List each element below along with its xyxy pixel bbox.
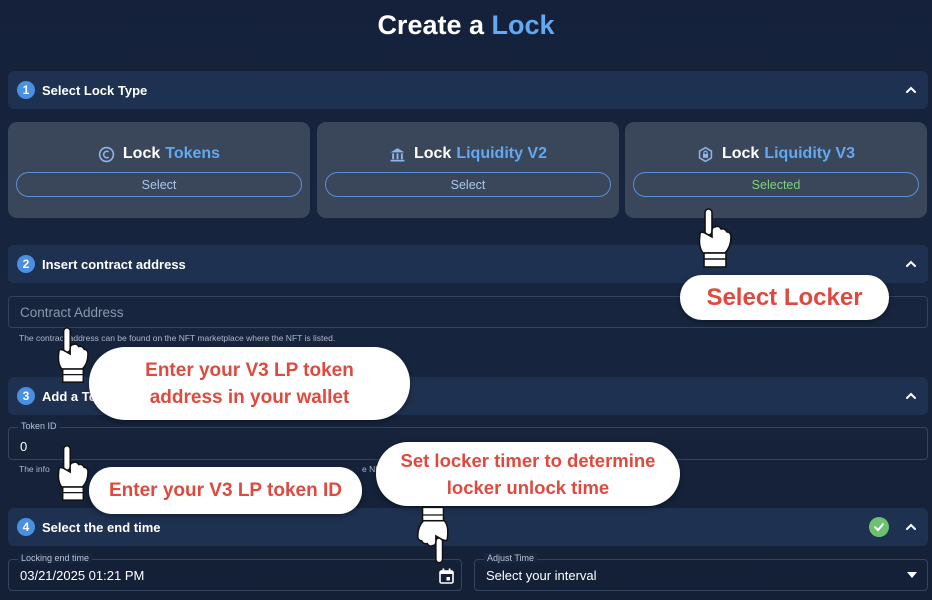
pointing-hand-icon xyxy=(57,445,89,501)
section-header-lock-type[interactable]: 1 Select Lock Type xyxy=(8,71,928,109)
adjust-time-select[interactable]: Adjust Time Select your interval xyxy=(474,553,928,591)
enter-token-id-annotation: Enter your V3 LP token ID xyxy=(89,467,362,514)
pointing-hand-icon xyxy=(698,208,732,268)
check-icon xyxy=(869,517,889,537)
set-timer-annotation: Set locker timer to determine locker unl… xyxy=(376,442,680,506)
calendar-icon[interactable] xyxy=(439,568,454,584)
section-title: Add a To xyxy=(42,388,97,404)
step-number-badge: 1 xyxy=(17,81,35,99)
chevron-up-icon[interactable] xyxy=(904,389,918,403)
section-title: Select the end time xyxy=(42,519,161,535)
section-title: Select Lock Type xyxy=(42,82,148,98)
select-liquidity-v2-button[interactable]: Select xyxy=(325,172,611,197)
chevron-up-icon[interactable] xyxy=(904,257,918,271)
token-coin-icon xyxy=(98,146,115,162)
step-number-badge: 3 xyxy=(17,387,35,405)
chevron-up-icon[interactable] xyxy=(904,83,918,97)
section-title: Insert contract address xyxy=(42,256,186,272)
step-number-badge: 4 xyxy=(17,518,35,536)
lock-card-liquidity-v3[interactable]: Lock Liquidity V3 Selected xyxy=(625,122,927,218)
token-helper-text: The info xyxy=(19,464,50,474)
page-title: Create a Lock xyxy=(377,10,555,40)
pointing-down-hand-icon xyxy=(416,506,449,564)
enter-address-annotation: Enter your V3 LP token address in your w… xyxy=(89,347,410,420)
select-locker-annotation: Select Locker xyxy=(680,275,889,320)
bank-icon xyxy=(390,147,405,162)
selected-liquidity-v3-button[interactable]: Selected xyxy=(633,172,919,197)
dropdown-arrow-icon[interactable] xyxy=(907,572,917,578)
lock-card-tokens[interactable]: Lock Tokens Select xyxy=(8,122,310,218)
chevron-up-icon[interactable] xyxy=(904,520,918,534)
lock-card-liquidity-v2[interactable]: Lock Liquidity V2 Select xyxy=(317,122,619,218)
locking-end-time-input[interactable]: Locking end time 03/21/2025 01:21 PM xyxy=(8,553,462,591)
select-lock-tokens-button[interactable]: Select xyxy=(16,172,302,197)
hexagon-lock-icon xyxy=(698,146,713,162)
pointing-hand-icon xyxy=(57,327,89,383)
step-number-badge: 2 xyxy=(17,255,35,273)
